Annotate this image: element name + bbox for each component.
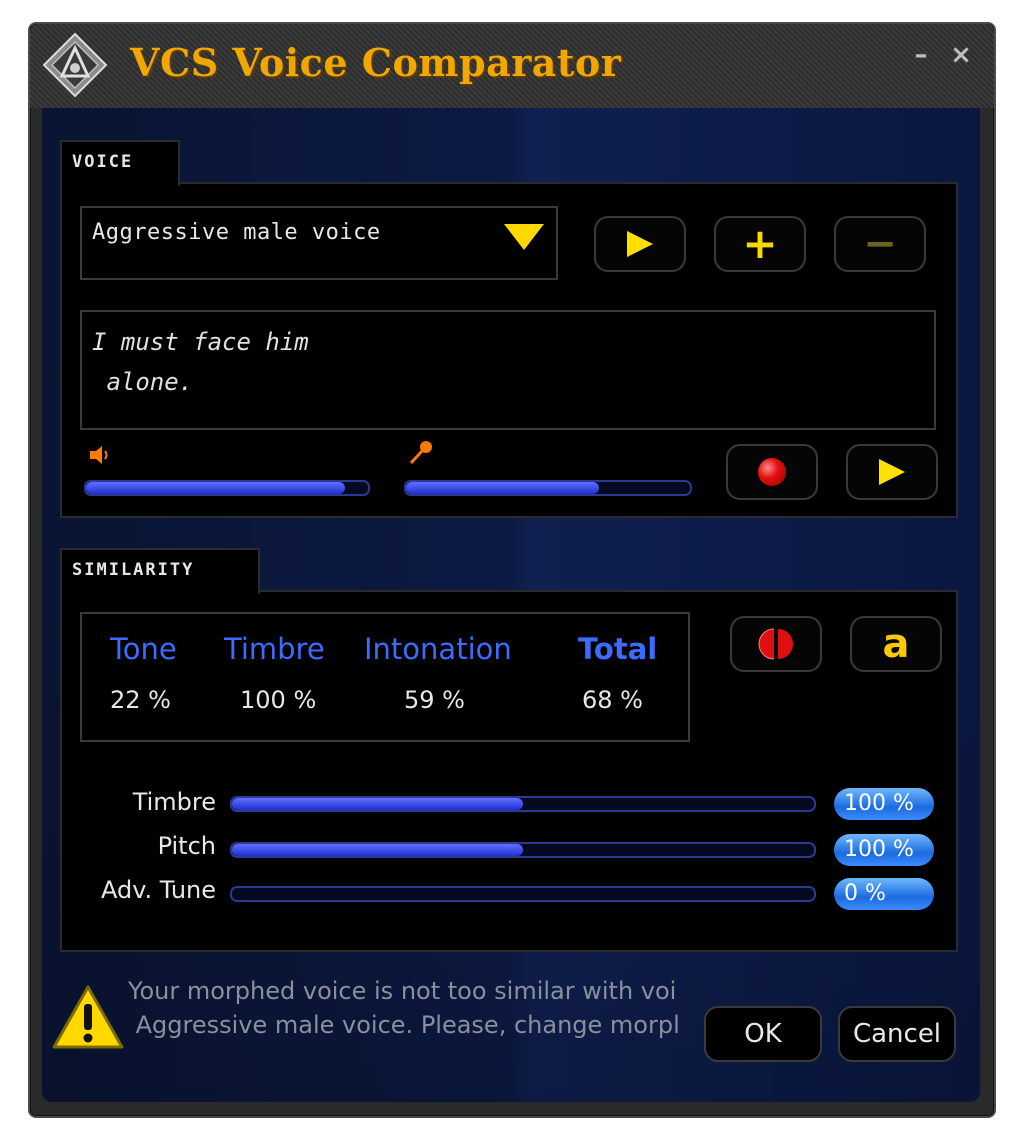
total-value: 68 %	[582, 686, 643, 714]
message-line-1: Your morphed voice is not too similar wi…	[128, 977, 677, 1005]
timbre-slider-label: Timbre	[132, 788, 216, 816]
ok-button[interactable]: OK	[704, 1006, 822, 1062]
selected-voice: Aggressive male voice	[92, 220, 381, 245]
adv-tune-slider[interactable]	[230, 886, 816, 902]
cancel-button[interactable]: Cancel	[838, 1006, 956, 1062]
timbre-value: 100 %	[240, 686, 317, 714]
timbre-slider-fill	[232, 798, 523, 810]
playback-volume-fill	[86, 482, 346, 494]
voice-select[interactable]: Aggressive male voice	[80, 206, 558, 280]
app-logo-icon	[42, 32, 108, 98]
similarity-tab: SIMILARITY	[60, 548, 260, 594]
adv-tune-percent: 0 %	[834, 878, 934, 910]
tone-header: Tone	[110, 632, 177, 666]
advanced-button[interactable]: a	[850, 616, 942, 672]
phrase-line-2: alone.	[92, 368, 194, 396]
playback-volume-bar[interactable]	[84, 480, 370, 496]
record-button[interactable]	[726, 444, 818, 500]
pitch-slider-fill	[232, 844, 523, 856]
mic-level-fill	[406, 482, 600, 494]
intonation-header: Intonation	[364, 632, 512, 666]
similarity-scores: Tone Timbre Intonation Total 22 % 100 % …	[80, 612, 690, 742]
remove-voice-button[interactable]: −	[834, 216, 926, 272]
pitch-slider[interactable]	[230, 842, 816, 858]
plus-icon: +	[742, 219, 778, 268]
compare-button[interactable]	[730, 616, 822, 672]
play-icon	[879, 459, 905, 485]
microphone-icon	[409, 441, 432, 465]
status-message: Your morphed voice is not too similar wi…	[128, 974, 700, 1042]
warning-icon	[52, 985, 124, 1049]
window-title: VCS Voice Comparator	[130, 40, 622, 85]
timbre-slider[interactable]	[230, 796, 816, 812]
close-button[interactable]: ×	[948, 42, 974, 68]
message-line-2: Aggressive male voice. Please, change mo…	[128, 1011, 680, 1039]
advanced-a-icon: a	[882, 621, 910, 667]
adv-tune-slider-label: Adv. Tune	[100, 876, 216, 904]
play-recording-button[interactable]	[846, 444, 938, 500]
record-icon	[758, 458, 786, 486]
pitch-slider-label: Pitch	[157, 832, 216, 860]
tone-value: 22 %	[110, 686, 171, 714]
minus-icon: −	[863, 221, 897, 267]
phrase-box: I must face him alone.	[80, 310, 936, 430]
dropdown-arrow-icon[interactable]	[504, 224, 544, 250]
minimize-button[interactable]: –	[908, 42, 934, 68]
phrase-text: I must face him alone.	[92, 322, 309, 402]
pitch-percent: 100 %	[834, 834, 934, 866]
mic-level-bar[interactable]	[404, 480, 692, 496]
timbre-percent: 100 %	[834, 788, 934, 820]
play-icon	[627, 231, 653, 257]
compare-icon	[758, 628, 793, 660]
phrase-line-1: I must face him	[92, 328, 309, 356]
total-header: Total	[578, 632, 658, 666]
speaker-icon	[90, 446, 108, 464]
title-bar[interactable]: VCS Voice Comparator – ×	[30, 24, 994, 108]
add-voice-button[interactable]: +	[714, 216, 806, 272]
timbre-header: Timbre	[224, 632, 325, 666]
voice-tab: VOICE	[60, 140, 180, 186]
play-voice-button[interactable]	[594, 216, 686, 272]
intonation-value: 59 %	[404, 686, 465, 714]
